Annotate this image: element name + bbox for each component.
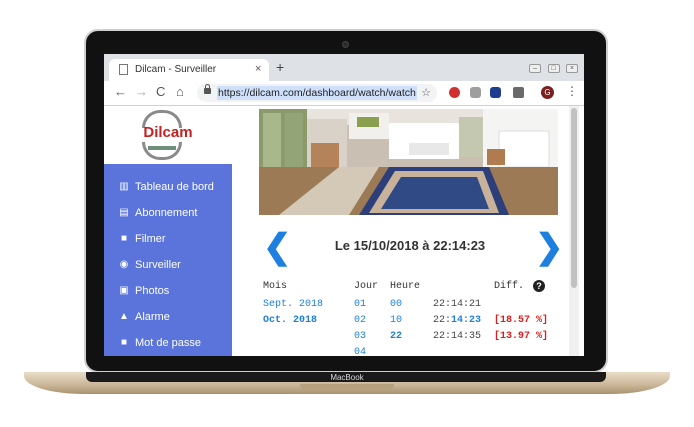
- page-icon: [119, 64, 128, 75]
- snapshot-datetime-title: Le 15/10/2018 à 22:14:23: [334, 238, 486, 253]
- browser-toolbar: ← → C ⌂ https://dilcam.com/dashboard/wat…: [104, 81, 584, 106]
- day-item[interactable]: 01: [354, 297, 366, 313]
- header-diff: Diff.: [494, 281, 525, 292]
- time-main: 14:23: [451, 315, 482, 326]
- address-bar[interactable]: https://dilcam.com/dashboard/watch/watch…: [197, 84, 437, 102]
- screen: Dilcam - Surveiller × + – □ × ← → C ⌂ ht…: [104, 54, 584, 356]
- month-item[interactable]: Sept. 2018: [263, 297, 323, 313]
- month-item-selected[interactable]: Oct. 2018: [263, 313, 317, 329]
- window-controls: – □ ×: [527, 57, 578, 75]
- laptop-notch: [300, 384, 394, 390]
- tab-title: Dilcam - Surveiller: [135, 64, 217, 75]
- dilcam-logo[interactable]: Dilcam: [104, 106, 232, 164]
- hour-item[interactable]: 10: [390, 313, 402, 329]
- url-text[interactable]: https://dilcam.com/dashboard/watch/watch: [217, 86, 417, 100]
- page-scrollbar[interactable]: [569, 106, 579, 356]
- diff-value: [18.57 %]: [494, 315, 549, 326]
- previous-arrow-icon[interactable]: ❮: [263, 230, 292, 264]
- scrollbar-thumb[interactable]: [571, 108, 577, 288]
- help-icon[interactable]: ?: [533, 280, 545, 292]
- day-item[interactable]: 03: [354, 329, 366, 345]
- day-item[interactable]: 02: [354, 313, 366, 329]
- sidebar: Dilcam ▥ Tableau de bord ▤ Abonnement ■ …: [104, 106, 233, 356]
- logo-arc-bottom: [142, 142, 182, 160]
- sidebar-item-filmer[interactable]: ■ Filmer: [104, 226, 232, 252]
- sidebar-item-label: Filmer: [135, 233, 166, 245]
- lock-icon: ■: [120, 337, 128, 348]
- diff-value: [13.97 %]: [494, 331, 549, 342]
- sidebar-item-label: Photos: [135, 285, 170, 297]
- browser-tab-bar: Dilcam - Surveiller × + – □ ×: [104, 54, 584, 81]
- hour-item-selected[interactable]: 22: [390, 329, 402, 345]
- browser-menu-icon[interactable]: ⋮: [566, 84, 578, 98]
- sidebar-item-alarme[interactable]: ▲ Alarme: [104, 304, 232, 330]
- camera-snapshot[interactable]: [259, 109, 558, 215]
- warning-icon: ▲: [119, 311, 129, 322]
- time-item-selected[interactable]: 22:14:23: [433, 313, 481, 329]
- extension-icon[interactable]: [470, 87, 481, 98]
- video-camera-icon: ■: [120, 233, 128, 244]
- eyedropper-extension-icon[interactable]: [513, 87, 524, 98]
- columns-icon: ▥: [119, 181, 129, 192]
- sidebar-item-label: Abonnement: [135, 207, 198, 219]
- time-item[interactable]: 22:14:21: [433, 297, 481, 313]
- sidebar-item-label: Alarme: [135, 311, 170, 323]
- profile-avatar[interactable]: G: [541, 86, 554, 99]
- web-page: Dilcam ▥ Tableau de bord ▤ Abonnement ■ …: [104, 106, 584, 356]
- bookmark-star-icon[interactable]: ☆: [421, 86, 431, 100]
- analytics-extension-icon[interactable]: [490, 87, 501, 98]
- laptop-brand-label: MacBook: [330, 373, 364, 382]
- close-window-button[interactable]: ×: [566, 64, 578, 73]
- hour-item[interactable]: 00: [390, 297, 402, 313]
- header-mois: Mois: [263, 281, 288, 292]
- file-icon: ▤: [119, 207, 129, 218]
- forward-arrow-icon[interactable]: →: [135, 85, 148, 99]
- sidebar-menu: ▥ Tableau de bord ▤ Abonnement ■ Filmer …: [104, 164, 232, 356]
- back-arrow-icon[interactable]: ←: [114, 85, 127, 99]
- eye-icon: ◉: [119, 259, 129, 270]
- logo-bar: [148, 146, 176, 150]
- sidebar-item-label: Tableau de bord: [135, 181, 214, 193]
- webcam-icon: [342, 41, 349, 48]
- lock-icon: [204, 84, 211, 94]
- browser-tab[interactable]: Dilcam - Surveiller ×: [109, 59, 269, 81]
- day-item[interactable]: 04: [354, 345, 366, 356]
- header-heure: Heure: [390, 281, 421, 292]
- sidebar-item-abonnement[interactable]: ▤ Abonnement: [104, 200, 232, 226]
- main-content: ❮ ❯ Le 15/10/2018 à 22:14:23 Mois Jour H…: [232, 106, 584, 356]
- sidebar-item-mot-de-passe[interactable]: ■ Mot de passe: [104, 330, 232, 356]
- tab-close-icon[interactable]: ×: [255, 62, 261, 76]
- maximize-button[interactable]: □: [547, 64, 560, 73]
- reload-icon[interactable]: C: [156, 85, 165, 99]
- sidebar-item-surveiller[interactable]: ◉ Surveiller: [104, 252, 232, 278]
- minimize-button[interactable]: –: [529, 64, 542, 73]
- header-jour: Jour: [354, 281, 379, 292]
- time-item[interactable]: 22:14:35: [433, 329, 481, 345]
- time-prefix: 22:: [433, 315, 452, 326]
- new-tab-button[interactable]: +: [276, 60, 284, 74]
- sidebar-item-photos[interactable]: ▣ Photos: [104, 278, 232, 304]
- image-icon: ▣: [119, 285, 129, 296]
- sidebar-item-label: Mot de passe: [135, 337, 202, 349]
- living-room-photo: [259, 109, 558, 215]
- sidebar-item-label: Surveiller: [135, 259, 181, 271]
- logo-text: Dilcam: [143, 124, 193, 141]
- next-arrow-icon[interactable]: ❯: [535, 230, 564, 264]
- home-icon[interactable]: ⌂: [176, 85, 184, 99]
- sidebar-item-tableau-de-bord[interactable]: ▥ Tableau de bord: [104, 174, 232, 200]
- adblock-extension-icon[interactable]: [449, 87, 460, 98]
